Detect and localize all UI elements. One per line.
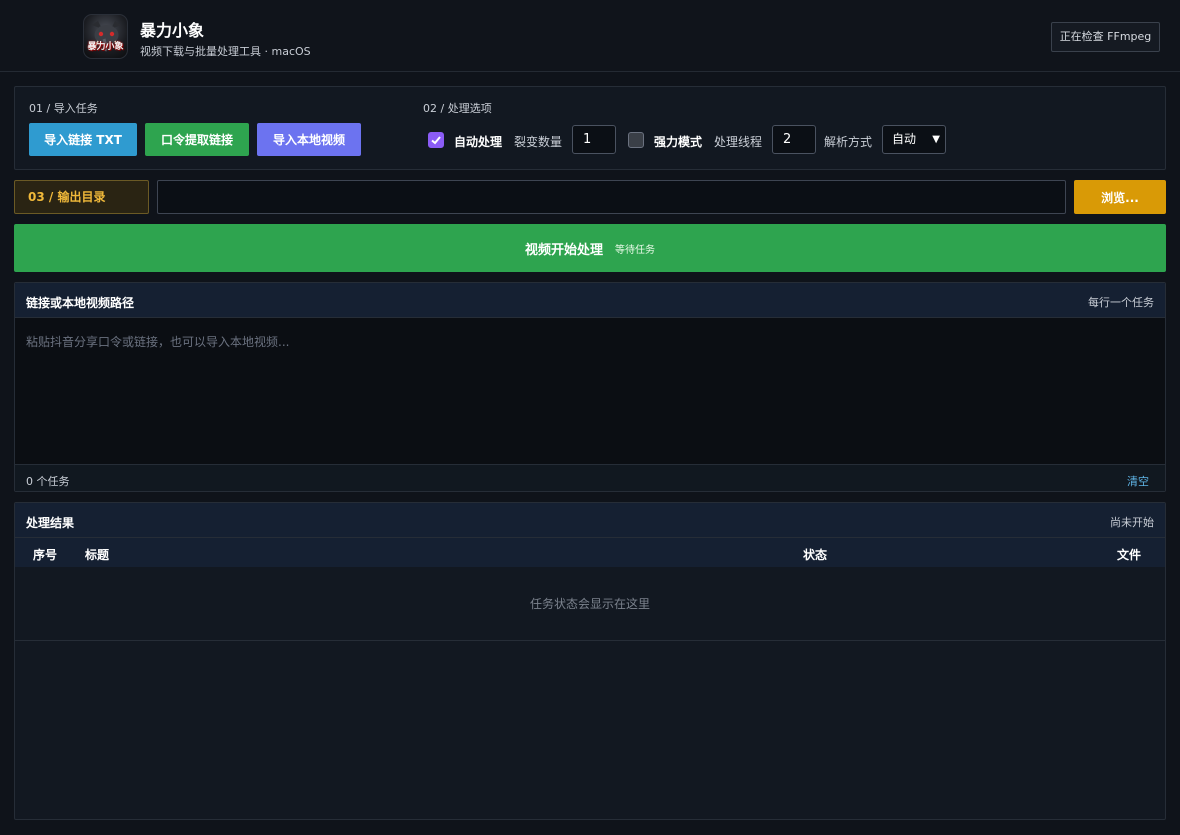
start-processing-button[interactable]: 视频开始处理 等待任务 (14, 224, 1166, 272)
links-textarea-placeholder: 粘贴抖音分享口令或链接，也可以导入本地视频... (26, 335, 290, 349)
results-panel-status: 尚未开始 (1110, 516, 1154, 529)
ffmpeg-status-badge: 正在检查 FFmpeg (1051, 22, 1160, 52)
checkmark-icon (431, 136, 441, 145)
elephant-logo-icon (92, 21, 121, 52)
results-empty-message: 任务状态会显示在这里 (15, 567, 1165, 641)
results-panel-title: 处理结果 (26, 516, 75, 530)
column-title: 标题 (85, 548, 110, 562)
links-panel-header: 链接或本地视频路径 每行一个任务 (15, 283, 1165, 318)
links-panel-title: 链接或本地视频路径 (26, 296, 135, 310)
parse-mode-value: 自动 (892, 132, 917, 146)
task-count: 0 个任务 (26, 475, 70, 488)
output-dir-label: 03 / 输出目录 (14, 180, 149, 214)
threads-input[interactable]: 2 (772, 125, 816, 154)
links-panel-hint: 每行一个任务 (1088, 296, 1154, 309)
output-dir-input[interactable] (157, 180, 1066, 214)
results-panel-header: 处理结果 尚未开始 (15, 503, 1165, 538)
auto-process-label: 自动处理 (454, 135, 503, 149)
column-file: 文件 (1117, 548, 1142, 562)
parse-mode-label: 解析方式 (824, 135, 873, 149)
results-panel: 处理结果 尚未开始 序号 标题 状态 文件 任务状态会显示在这里 (14, 502, 1166, 820)
links-panel: 链接或本地视频路径 每行一个任务 粘贴抖音分享口令或链接，也可以导入本地视频..… (14, 282, 1166, 492)
fission-count-input[interactable]: 1 (572, 125, 616, 154)
auto-process-checkbox[interactable] (428, 132, 444, 148)
links-panel-footer: 0 个任务 清空 (15, 464, 1165, 491)
app-logo: 暴力小象 (83, 14, 128, 59)
options-section-label: 02 / 处理选项 (423, 102, 492, 115)
fission-count-label: 裂变数量 (514, 135, 563, 149)
logo-text: 暴力小象 (87, 42, 124, 52)
parse-mode-select[interactable]: 自动 ▼ (882, 125, 946, 154)
chevron-down-icon: ▼ (932, 134, 940, 145)
import-local-video-button[interactable]: 导入本地视频 (257, 123, 361, 156)
import-section-label: 01 / 导入任务 (29, 102, 98, 115)
import-options-panel: 01 / 导入任务 导入链接 TXT 口令提取链接 导入本地视频 02 / 处理… (14, 86, 1166, 170)
start-status: 等待任务 (615, 244, 655, 256)
column-index: 序号 (33, 548, 58, 562)
strong-mode-checkbox[interactable] (628, 132, 644, 148)
import-txt-button[interactable]: 导入链接 TXT (29, 123, 137, 156)
clear-button[interactable]: 清空 (1127, 473, 1149, 489)
app-subtitle: 视频下载与批量处理工具 · macOS (140, 45, 311, 58)
links-textarea[interactable]: 粘贴抖音分享口令或链接，也可以导入本地视频... (15, 318, 1165, 464)
app-title: 暴力小象 (140, 21, 205, 40)
app-header: 暴力小象 暴力小象 视频下载与批量处理工具 · macOS 正在检查 FFmpe… (0, 0, 1180, 72)
start-label: 视频开始处理 (524, 242, 603, 258)
browse-button[interactable]: 浏览... (1074, 180, 1166, 214)
column-status: 状态 (803, 548, 828, 562)
threads-label: 处理线程 (714, 135, 763, 149)
results-table-header: 序号 标题 状态 文件 (15, 538, 1165, 567)
extract-links-button[interactable]: 口令提取链接 (145, 123, 249, 156)
strong-mode-label: 强力模式 (654, 135, 703, 149)
